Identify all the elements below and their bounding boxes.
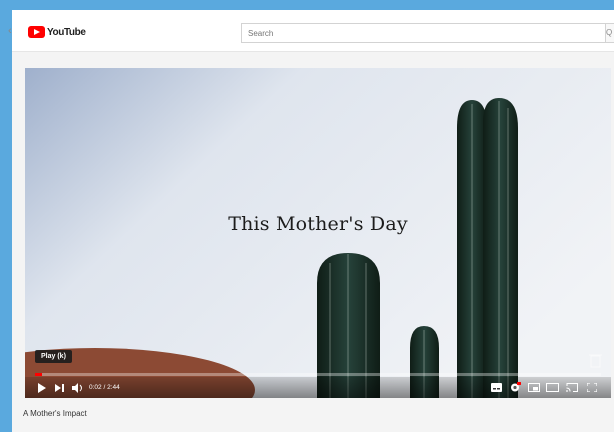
time-display: 0:02 / 2:44 (89, 384, 120, 391)
cast-icon[interactable] (566, 383, 578, 392)
search-input[interactable] (241, 23, 606, 43)
volume-icon[interactable] (72, 383, 83, 393)
play-tooltip: Play (k) (35, 350, 72, 363)
video-overlay-title: This Mother's Day (228, 213, 408, 235)
logo-text: YouTube (47, 26, 86, 38)
masthead: ‹ YouTube Q (8, 10, 614, 52)
subtitles-icon[interactable] (491, 383, 502, 392)
progress-bar[interactable] (35, 373, 601, 376)
next-icon[interactable] (55, 384, 64, 392)
back-arrow-icon[interactable]: ‹ (8, 25, 12, 37)
youtube-play-icon (28, 26, 45, 38)
search-icon: Q (606, 28, 613, 37)
video-player[interactable]: This Mother's Day Play (k) 0:02 / 2:44 (25, 68, 611, 398)
browser-frame: ‹ YouTube Q (8, 10, 614, 432)
theater-icon[interactable] (546, 383, 559, 392)
miniplayer-icon[interactable] (528, 383, 540, 392)
search-button[interactable]: Q (606, 23, 614, 43)
video-title: A Mother's Impact (23, 409, 87, 418)
progress-fill (35, 373, 42, 376)
player-controls: 0:02 / 2:44 (25, 377, 611, 398)
cactus-tall-right (483, 98, 518, 398)
fullscreen-icon[interactable] (587, 383, 597, 392)
play-icon[interactable] (37, 383, 47, 393)
settings-icon[interactable] (509, 382, 521, 393)
youtube-logo[interactable]: YouTube (28, 25, 86, 39)
